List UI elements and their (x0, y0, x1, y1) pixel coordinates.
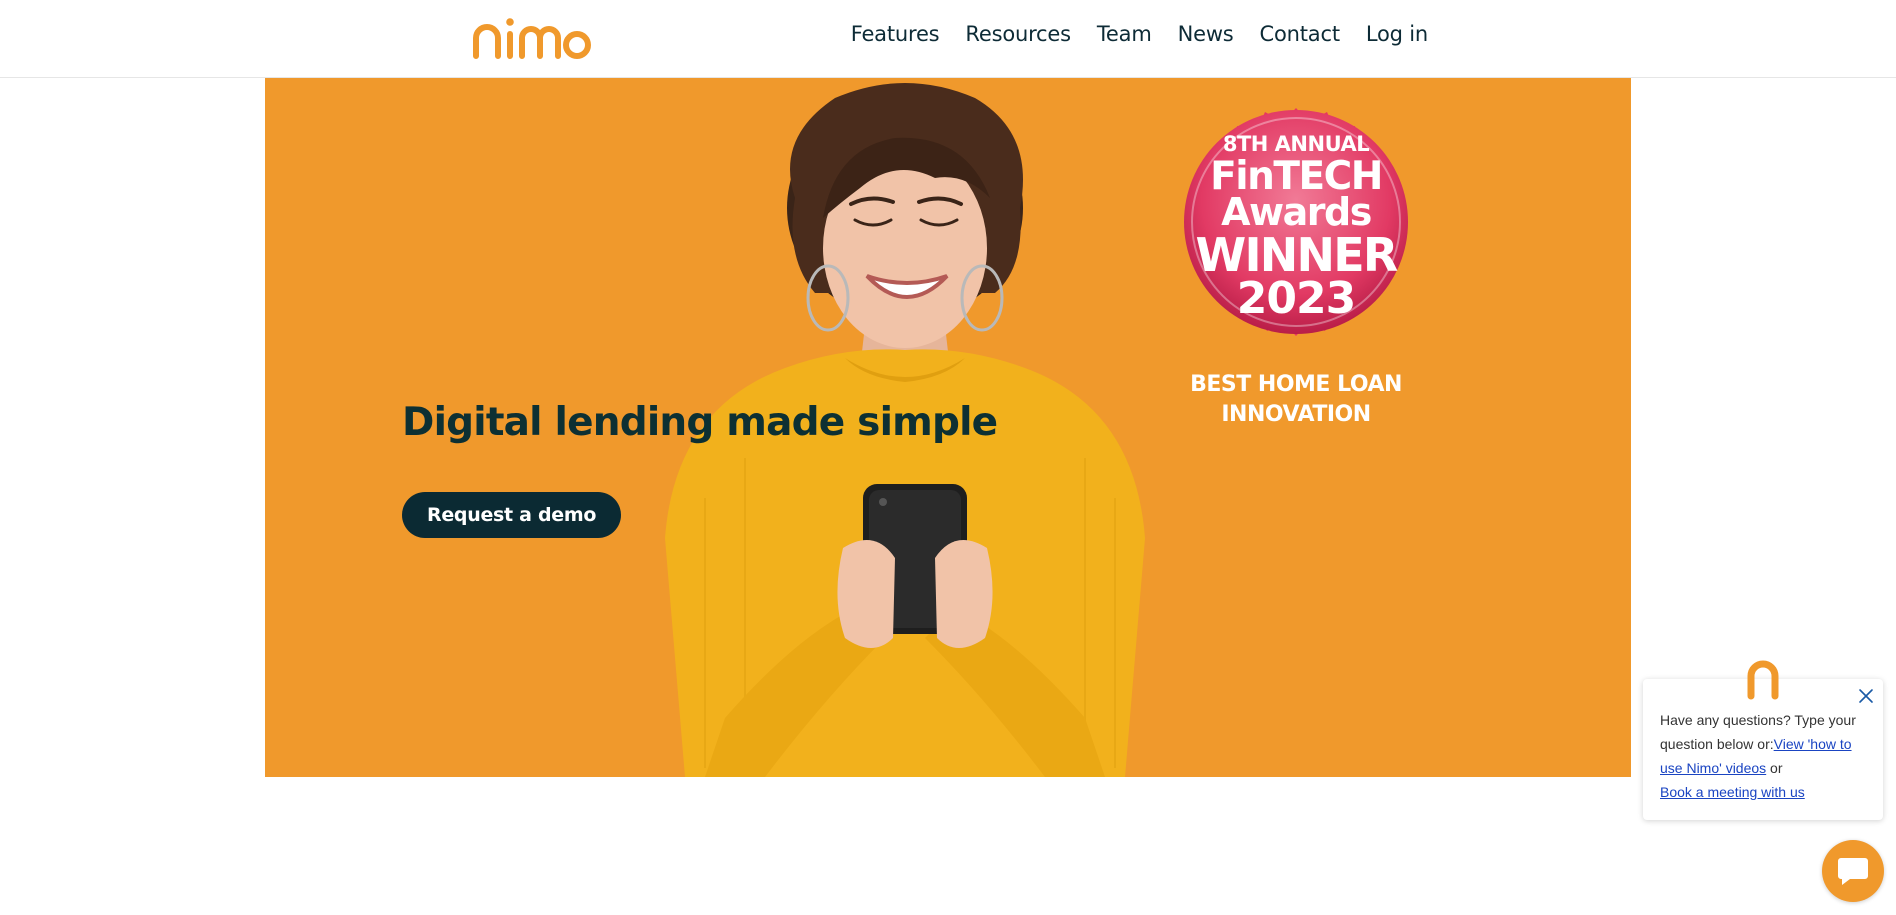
award-badge-text: 8TH ANNUAL FinTECH Awards WINNER 2023 (1154, 80, 1438, 364)
chat-close-icon[interactable] (1856, 686, 1876, 706)
chat-bubble-icon (1838, 858, 1868, 885)
nimo-logo[interactable] (470, 10, 594, 62)
fintech-award-badge: 8TH ANNUAL FinTECH Awards WINNER 2023 (1154, 80, 1438, 364)
award-caption-line2: INNOVATION (1221, 402, 1371, 427)
chat-message: Have any questions? Type your question b… (1660, 708, 1875, 804)
nav-features[interactable]: Features (851, 22, 940, 46)
site-header: Features Resources Team News Contact Log… (0, 0, 1896, 78)
nimo-logo-wordmark (473, 18, 591, 59)
request-demo-button[interactable]: Request a demo (402, 492, 622, 538)
award-annual-text: 8TH ANNUAL (1222, 132, 1370, 156)
award-caption-line1: BEST HOME LOAN (1190, 372, 1402, 397)
nav-team[interactable]: Team (1097, 22, 1152, 46)
award-year-text: 2023 (1236, 273, 1356, 324)
hero-banner: 8TH ANNUAL FinTECH Awards WINNER 2023 BE… (265, 78, 1631, 777)
hero-headline: Digital lending made simple (402, 400, 998, 445)
nav-resources[interactable]: Resources (965, 22, 1071, 46)
main-nav: Features Resources Team News Contact Log… (851, 22, 1428, 46)
chat-bot-avatar (1741, 656, 1785, 700)
nimo-n-icon (1747, 660, 1779, 700)
award-caption: BEST HOME LOAN INNOVATION (1154, 370, 1438, 430)
chat-prompt-card: Have any questions? Type your question b… (1643, 679, 1883, 820)
nav-contact[interactable]: Contact (1260, 22, 1341, 46)
nav-news[interactable]: News (1178, 22, 1234, 46)
chat-or-text: or (1766, 760, 1783, 776)
chat-launcher-button[interactable] (1822, 840, 1884, 902)
nav-log-in[interactable]: Log in (1366, 22, 1428, 46)
book-meeting-link[interactable]: Book a meeting with us (1660, 784, 1805, 800)
